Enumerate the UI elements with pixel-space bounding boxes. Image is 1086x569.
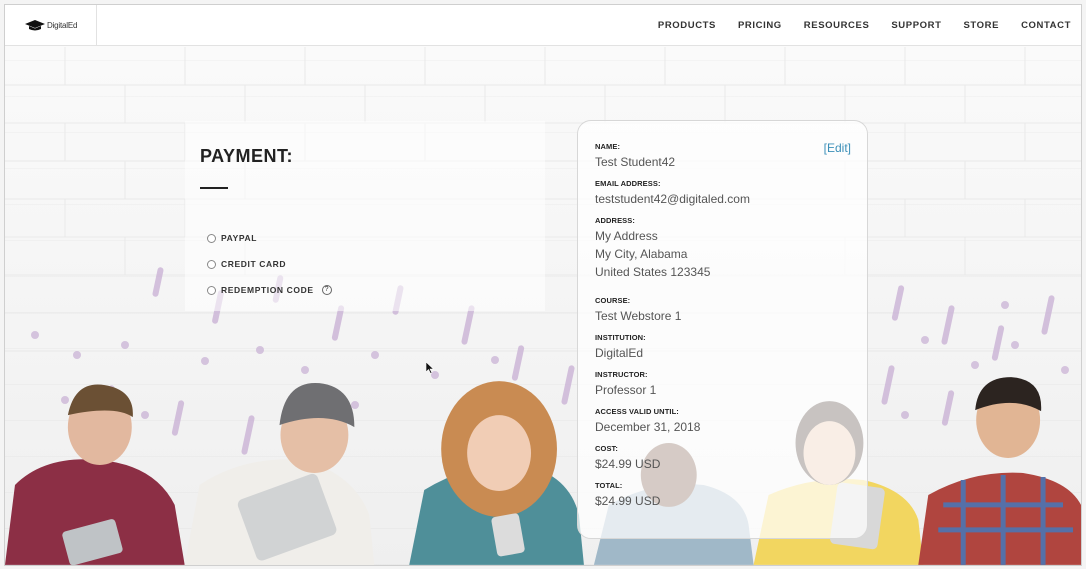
redemption-code-label: REDEMPTION CODE — [221, 285, 314, 295]
nav-contact[interactable]: CONTACT — [1021, 20, 1071, 31]
credit-card-label: CREDIT CARD — [221, 259, 287, 269]
instructor-value: Professor 1 — [595, 383, 657, 397]
access-label: ACCESS VALID UNTIL: — [595, 407, 679, 416]
instructor-label: INSTRUCTOR: — [595, 370, 648, 379]
address-line-1: My Address — [595, 229, 658, 243]
access-field: ACCESS VALID UNTIL: December 31, 2018 — [595, 407, 700, 436]
mouse-cursor-icon — [426, 362, 434, 374]
payment-panel: PAYMENT: PAYPAL CREDIT CARD REDEMPTION C… — [185, 121, 545, 311]
redemption-code-radio[interactable] — [207, 285, 216, 295]
address-line-2: My City, Alabama — [595, 247, 688, 261]
nav-resources[interactable]: RESOURCES — [804, 20, 870, 31]
option-redemption-code[interactable]: REDEMPTION CODE ? — [207, 277, 332, 303]
option-credit-card[interactable]: CREDIT CARD — [207, 251, 332, 277]
browser-viewport: DigitalEd PRODUCTS PRICING RESOURCES SUP… — [4, 4, 1082, 566]
address-line-3: United States 123345 — [595, 265, 711, 279]
cost-label: COST: — [595, 444, 618, 453]
paypal-radio[interactable] — [207, 233, 216, 243]
help-icon[interactable]: ? — [321, 285, 332, 295]
address-label: ADDRESS: — [595, 216, 635, 225]
cost-field: COST: $24.99 USD — [595, 444, 660, 473]
title-divider — [200, 187, 228, 189]
email-field: EMAIL ADDRESS: teststudent42@digitaled.c… — [595, 179, 750, 208]
institution-value: DigitalEd — [595, 346, 644, 360]
credit-card-radio[interactable] — [207, 259, 216, 269]
total-field: TOTAL: $24.99 USD — [595, 481, 660, 510]
logo-text: DigitalEd — [47, 20, 78, 30]
edit-link[interactable]: [Edit] — [824, 141, 851, 155]
students-photo — [5, 377, 1081, 565]
name-value: Test Student42 — [595, 155, 676, 169]
total-label: TOTAL: — [595, 481, 623, 490]
course-label: COURSE: — [595, 296, 631, 305]
payment-options: PAYPAL CREDIT CARD REDEMPTION CODE ? — [207, 225, 332, 303]
nav-support[interactable]: SUPPORT — [891, 20, 941, 31]
email-value: teststudent42@digitaled.com — [595, 192, 750, 206]
email-label: EMAIL ADDRESS: — [595, 179, 661, 188]
paypal-label: PAYPAL — [221, 233, 258, 243]
instructor-field: INSTRUCTOR: Professor 1 — [595, 370, 656, 399]
graduation-cap-icon — [25, 20, 45, 31]
access-value: December 31, 2018 — [595, 420, 701, 434]
order-summary-panel: [Edit] NAME: Test Student42 EMAIL ADDRES… — [577, 120, 868, 539]
cost-value: $24.99 USD — [595, 457, 661, 471]
institution-field: INSTITUTION: DigitalEd — [595, 333, 646, 362]
option-paypal[interactable]: PAYPAL — [207, 225, 332, 251]
site-header: DigitalEd PRODUCTS PRICING RESOURCES SUP… — [5, 5, 1081, 46]
course-value: Test Webstore 1 — [595, 309, 682, 323]
name-label: NAME: — [595, 142, 621, 151]
course-field: COURSE: Test Webstore 1 — [595, 296, 681, 325]
address-field: ADDRESS: My Address My City, Alabama Uni… — [595, 216, 710, 281]
institution-label: INSTITUTION: — [595, 333, 646, 342]
name-field: NAME: Test Student42 — [595, 142, 675, 171]
logo[interactable]: DigitalEd — [5, 5, 97, 46]
total-value: $24.99 USD — [595, 494, 661, 508]
nav-products[interactable]: PRODUCTS — [658, 20, 716, 31]
nav-pricing[interactable]: PRICING — [738, 20, 782, 31]
main-nav: PRODUCTS PRICING RESOURCES SUPPORT STORE… — [658, 20, 1081, 31]
payment-title: PAYMENT: — [200, 146, 294, 166]
nav-store[interactable]: STORE — [964, 20, 1000, 31]
